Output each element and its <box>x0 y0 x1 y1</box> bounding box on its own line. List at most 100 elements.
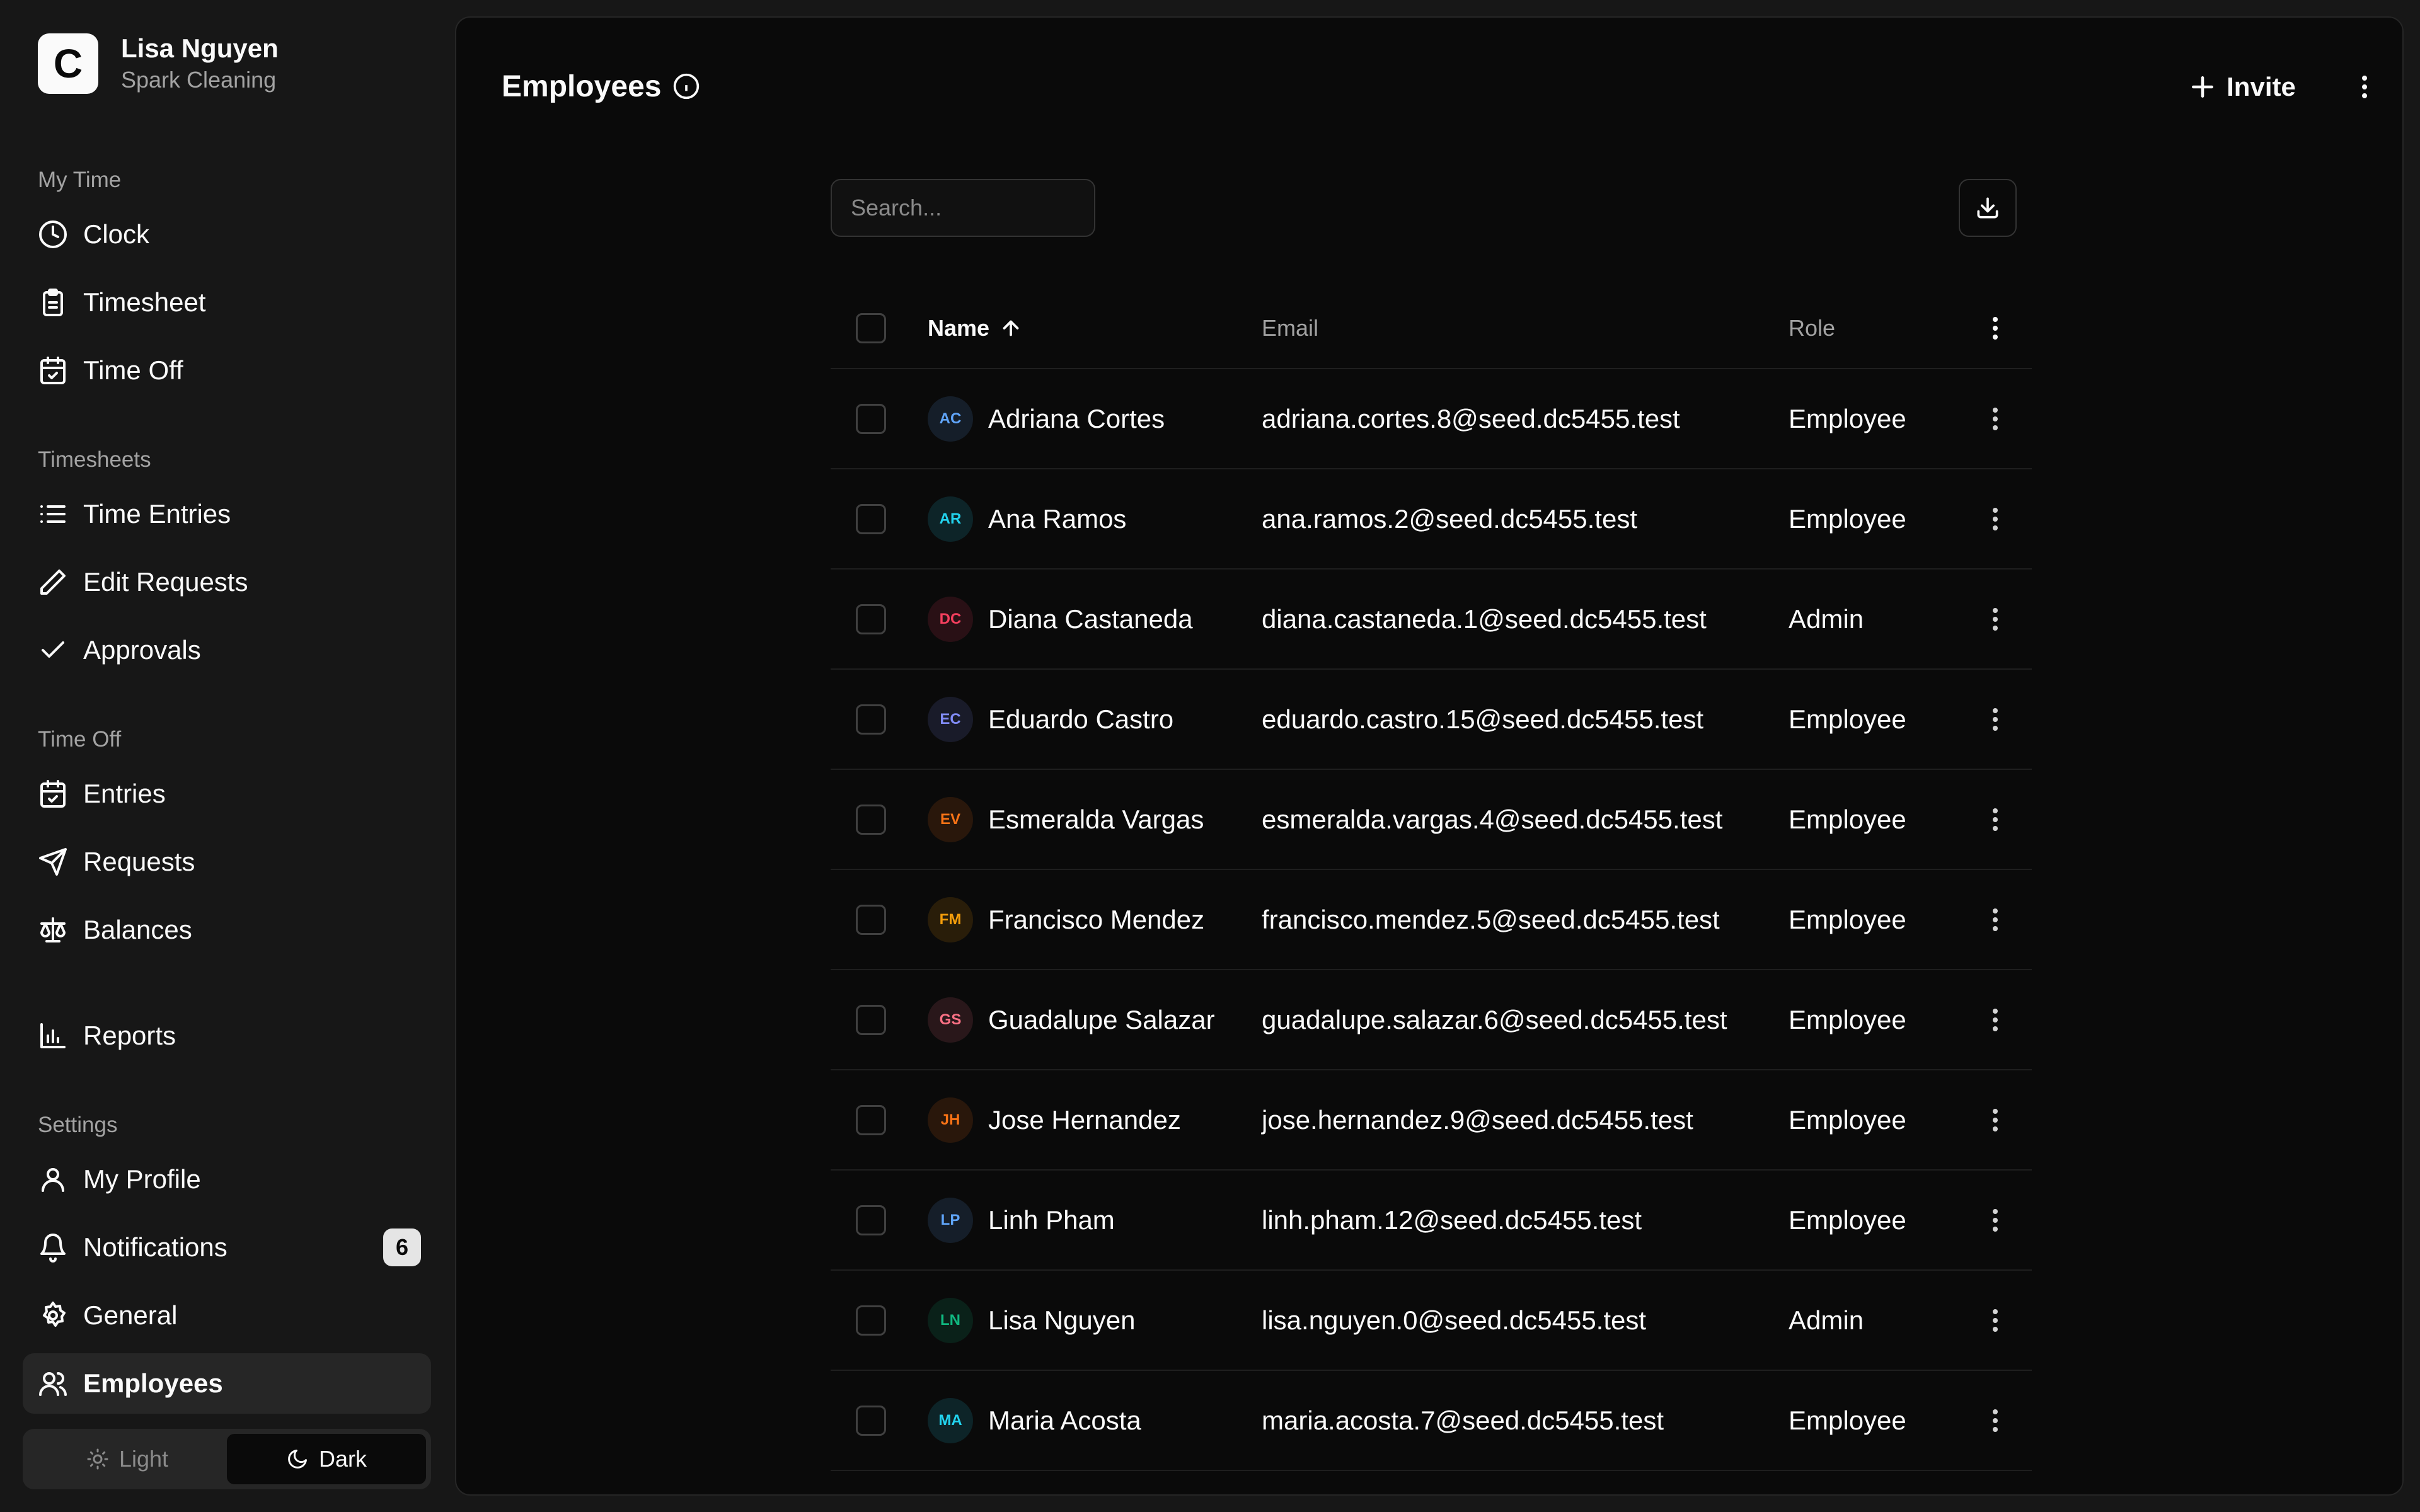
table-row[interactable]: MA Maria Acosta maria.acosta.7@seed.dc54… <box>831 1371 2032 1471</box>
row-actions-button[interactable] <box>1978 1171 2013 1269</box>
table-row[interactable]: LP Linh Pham linh.pham.12@seed.dc5455.te… <box>831 1171 2032 1271</box>
table-row[interactable]: EV Esmeralda Vargas esmeralda.vargas.4@s… <box>831 770 2032 870</box>
row-checkbox[interactable] <box>856 1104 886 1135</box>
employee-email: linh.pham.12@seed.dc5455.test <box>1262 1205 1642 1235</box>
sidebar-item-general[interactable]: General <box>23 1285 431 1346</box>
invite-button[interactable]: Invite <box>2160 58 2324 116</box>
sidebar-item-employees[interactable]: Employees <box>23 1353 431 1414</box>
column-options-button[interactable] <box>1978 289 2013 368</box>
group-label-my-time: My Time <box>38 168 122 192</box>
table-row[interactable]: JH Jose Hernandez jose.hernandez.9@seed.… <box>831 1070 2032 1171</box>
more-vertical-icon <box>1993 407 1998 430</box>
sidebar-item-approvals[interactable]: Approvals <box>23 620 431 680</box>
row-actions-button[interactable] <box>1978 570 2013 668</box>
theme-dark-label: Dark <box>318 1446 367 1472</box>
calendar-check-icon <box>38 779 68 809</box>
row-checkbox[interactable] <box>856 604 886 634</box>
sidebar-item-edit-requests[interactable]: Edit Requests <box>23 552 431 612</box>
clipboard-icon <box>38 287 68 318</box>
download-icon <box>1977 197 1998 219</box>
sidebar-item-timesheet[interactable]: Timesheet <box>23 272 431 333</box>
sidebar-item-notifications[interactable]: Notifications 6 <box>23 1217 431 1278</box>
name-cell: EC Eduardo Castro <box>928 670 1173 769</box>
row-actions-button[interactable] <box>1978 870 2013 969</box>
row-actions-button[interactable] <box>1978 1271 2013 1370</box>
name-cell: MA Maria Acosta <box>928 1371 1141 1470</box>
row-checkbox[interactable] <box>856 1205 886 1235</box>
sidebar-item-balances[interactable]: Balances <box>23 900 431 960</box>
sidebar-item-time-off[interactable]: Time Off <box>23 340 431 401</box>
employee-name: Diana Castaneda <box>988 604 1193 634</box>
row-checkbox[interactable] <box>856 1305 886 1336</box>
table-row[interactable]: GS Guadalupe Salazar guadalupe.salazar.6… <box>831 970 2032 1070</box>
table-row[interactable]: FM Francisco Mendez francisco.mendez.5@s… <box>831 870 2032 970</box>
sidebar-item-label: Entries <box>83 779 166 808</box>
table-row[interactable]: AR Ana Ramos ana.ramos.2@seed.dc5455.tes… <box>831 469 2032 570</box>
avatar: AR <box>928 496 973 542</box>
row-checkbox[interactable] <box>856 1405 886 1436</box>
row-actions-button[interactable] <box>1978 469 2013 568</box>
name-cell: DC Diana Castaneda <box>928 570 1193 668</box>
send-icon <box>38 847 68 877</box>
arrow-up-icon <box>1003 320 1019 336</box>
user-name: Lisa Nguyen <box>121 33 279 63</box>
sidebar-item-requests[interactable]: Requests <box>23 832 431 892</box>
export-button[interactable] <box>1959 179 2017 237</box>
name-cell: LN Lisa Nguyen <box>928 1271 1135 1370</box>
row-actions-button[interactable] <box>1978 770 2013 869</box>
sidebar-item-time-entries[interactable]: Time Entries <box>23 484 431 544</box>
table-row[interactable]: LN Lisa Nguyen lisa.nguyen.0@seed.dc5455… <box>831 1271 2032 1371</box>
sidebar: C Lisa Nguyen Spark Cleaning My Time Clo… <box>0 0 454 1512</box>
theme-toggle: Light Dark <box>23 1429 431 1489</box>
sidebar-item-clock[interactable]: Clock <box>23 204 431 265</box>
more-options-button[interactable] <box>2343 66 2386 108</box>
row-actions-button[interactable] <box>1978 970 2013 1069</box>
avatar: EV <box>928 796 973 842</box>
employee-role: Employee <box>1789 1405 1906 1435</box>
table-row[interactable]: AC Adriana Cortes adriana.cortes.8@seed.… <box>831 369 2032 469</box>
avatar: LN <box>928 1297 973 1343</box>
notifications-badge: 6 <box>383 1228 421 1266</box>
row-checkbox[interactable] <box>856 403 886 434</box>
column-header-role[interactable]: Role <box>1789 289 1835 368</box>
row-checkbox[interactable] <box>856 503 886 534</box>
employee-role: Admin <box>1789 1305 1864 1335</box>
row-checkbox[interactable] <box>856 1004 886 1035</box>
employee-name: Linh Pham <box>988 1205 1115 1235</box>
org-text: Lisa Nguyen Spark Cleaning <box>121 32 279 95</box>
employee-name: Ana Ramos <box>988 503 1127 534</box>
sidebar-item-label: Time Entries <box>83 499 231 529</box>
sidebar-item-label: My Profile <box>83 1164 201 1194</box>
row-checkbox[interactable] <box>856 704 886 735</box>
row-actions-button[interactable] <box>1978 670 2013 769</box>
sidebar-item-my-profile[interactable]: My Profile <box>23 1149 431 1210</box>
org-switcher[interactable]: C Lisa Nguyen Spark Cleaning <box>38 33 279 94</box>
theme-light-button[interactable]: Light <box>28 1434 227 1484</box>
column-header-name[interactable]: Name <box>928 289 1022 368</box>
theme-light-label: Light <box>118 1446 169 1472</box>
main-panel: Employees Invite Name Email Role AC <box>455 16 2404 1496</box>
row-actions-button[interactable] <box>1978 1371 2013 1470</box>
more-vertical-icon <box>1993 1309 1998 1332</box>
sidebar-item-reports[interactable]: Reports <box>23 1005 431 1066</box>
employee-name: Lisa Nguyen <box>988 1305 1136 1335</box>
info-icon[interactable] <box>672 72 700 100</box>
table-row[interactable]: EC Eduardo Castro eduardo.castro.15@seed… <box>831 670 2032 770</box>
select-all-checkbox[interactable] <box>856 313 886 343</box>
more-vertical-icon <box>1993 808 1998 831</box>
employee-role: Employee <box>1789 403 1906 433</box>
row-checkbox[interactable] <box>856 804 886 835</box>
column-header-email[interactable]: Email <box>1262 289 1318 368</box>
sidebar-item-entries[interactable]: Entries <box>23 764 431 824</box>
check-icon <box>38 635 68 665</box>
theme-dark-button[interactable]: Dark <box>227 1434 426 1484</box>
employee-email: esmeralda.vargas.4@seed.dc5455.test <box>1262 804 1723 834</box>
row-checkbox[interactable] <box>856 904 886 935</box>
group-label-timesheets: Timesheets <box>38 447 151 472</box>
name-cell: GS Guadalupe Salazar <box>928 970 1215 1069</box>
row-actions-button[interactable] <box>1978 1070 2013 1169</box>
search-input[interactable] <box>831 179 1095 237</box>
table-row[interactable]: DC Diana Castaneda diana.castaneda.1@see… <box>831 570 2032 670</box>
avatar: LP <box>928 1197 973 1243</box>
row-actions-button[interactable] <box>1978 369 2013 468</box>
